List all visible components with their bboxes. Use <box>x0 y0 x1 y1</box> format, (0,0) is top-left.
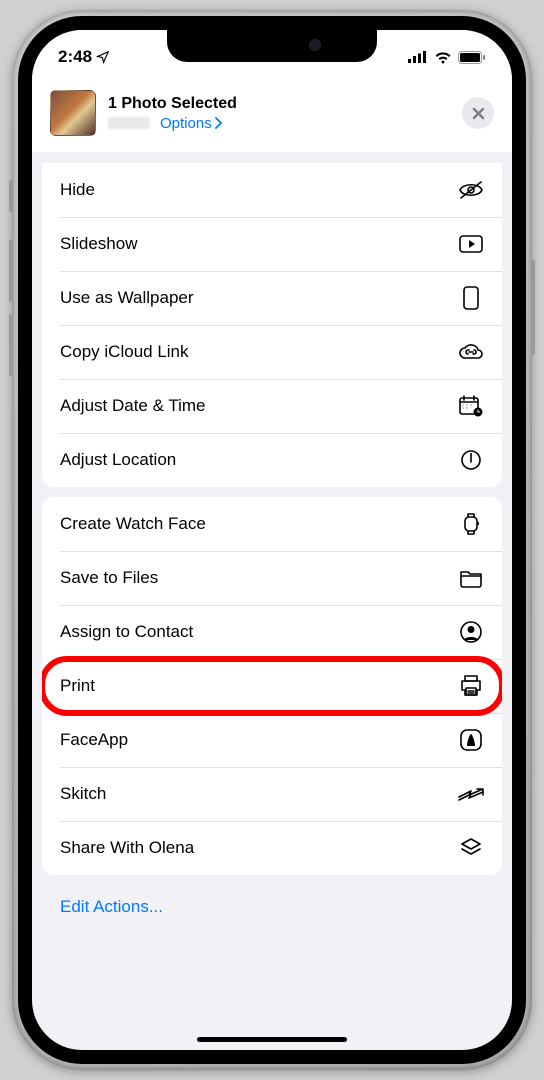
action-label: Use as Wallpaper <box>60 288 194 308</box>
action-row-save-to-files[interactable]: Save to Files <box>42 551 502 605</box>
action-row-use-as-wallpaper[interactable]: Use as Wallpaper <box>42 271 502 325</box>
action-row-share-with-olena[interactable]: Share With Olena <box>42 821 502 875</box>
action-label: Slideshow <box>60 234 138 254</box>
action-label: Adjust Date & Time <box>60 396 206 416</box>
action-row-hide[interactable]: Hide <box>42 163 502 217</box>
folder-icon <box>458 568 484 588</box>
action-row-faceapp[interactable]: FaceApp <box>42 713 502 767</box>
action-row-adjust-date-time[interactable]: Adjust Date & Time <box>42 379 502 433</box>
action-row-adjust-location[interactable]: Adjust Location <box>42 433 502 487</box>
subtitle-redacted <box>108 117 150 129</box>
action-row-copy-icloud-link[interactable]: Copy iCloud Link <box>42 325 502 379</box>
action-label: Copy iCloud Link <box>60 342 189 362</box>
printer-icon <box>458 675 484 697</box>
play-rect-icon <box>458 235 484 253</box>
battery-icon <box>458 51 486 64</box>
home-indicator[interactable] <box>197 1037 347 1042</box>
action-label: Share With Olena <box>60 838 194 858</box>
notch <box>167 30 377 62</box>
phone-icon <box>458 286 484 310</box>
options-link[interactable]: Options <box>160 115 222 132</box>
action-label: Save to Files <box>60 568 158 588</box>
close-button[interactable] <box>462 97 494 129</box>
photo-thumbnail[interactable] <box>50 90 96 136</box>
action-row-assign-to-contact[interactable]: Assign to Contact <box>42 605 502 659</box>
action-row-print[interactable]: Print <box>42 659 502 713</box>
close-icon <box>472 107 485 120</box>
action-row-skitch[interactable]: Skitch <box>42 767 502 821</box>
action-label: Skitch <box>60 784 106 804</box>
chevron-right-icon <box>214 117 222 129</box>
action-row-create-watch-face[interactable]: Create Watch Face <box>42 497 502 551</box>
info-pin-icon <box>458 449 484 471</box>
eye-slash-icon <box>458 180 484 200</box>
action-label: FaceApp <box>60 730 128 750</box>
action-label: Hide <box>60 180 95 200</box>
watch-icon <box>458 512 484 536</box>
cloud-link-icon <box>458 343 484 361</box>
action-label: Print <box>60 676 95 696</box>
contact-icon <box>458 621 484 643</box>
edit-actions-button[interactable]: Edit Actions... <box>42 875 502 917</box>
share-sheet-header: 1 Photo Selected Options <box>32 74 512 153</box>
calendar-clock-icon <box>458 395 484 417</box>
action-row-slideshow[interactable]: Slideshow <box>42 217 502 271</box>
share-stack-icon <box>458 837 484 859</box>
action-label: Assign to Contact <box>60 622 193 642</box>
action-label: Create Watch Face <box>60 514 206 534</box>
location-arrow-icon <box>96 50 110 64</box>
skitch-icon <box>458 786 484 802</box>
selection-title: 1 Photo Selected <box>108 95 462 113</box>
faceapp-icon <box>458 728 484 752</box>
action-label: Adjust Location <box>60 450 176 470</box>
status-time: 2:48 <box>58 47 92 67</box>
cellular-icon <box>408 51 428 63</box>
wifi-icon <box>434 51 452 64</box>
highlight-ring <box>42 656 502 716</box>
